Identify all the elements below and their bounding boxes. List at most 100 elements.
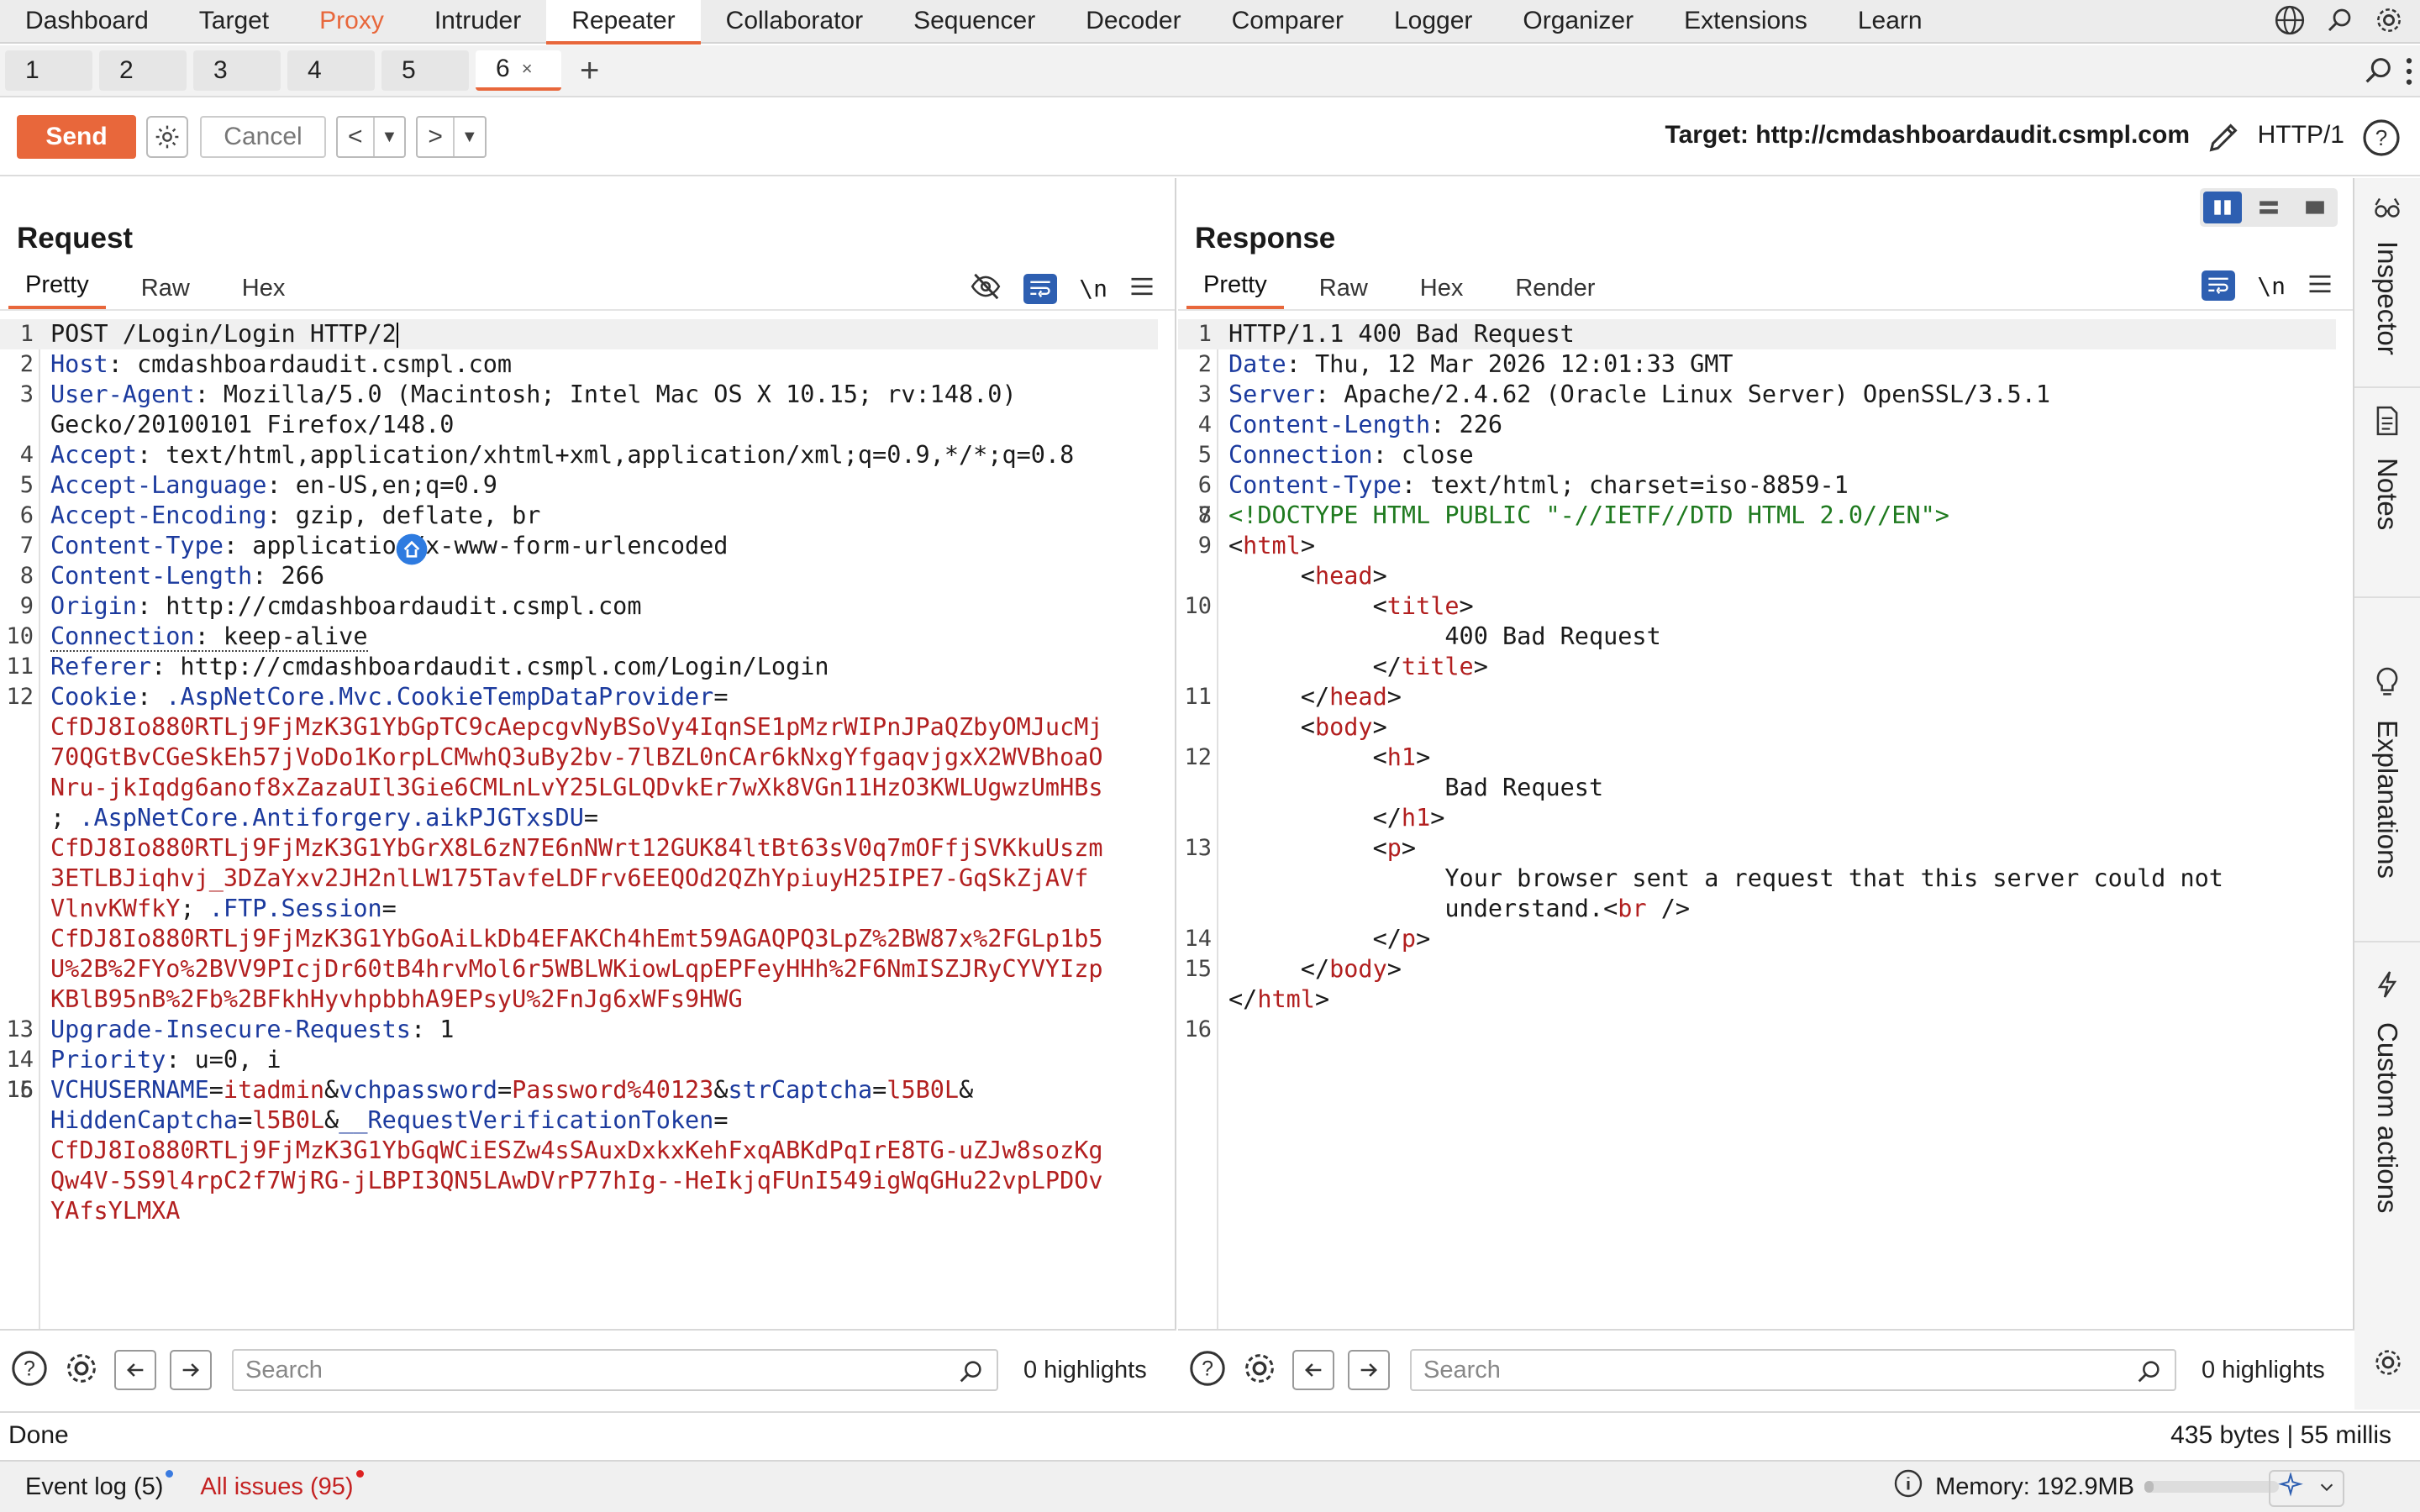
response-editor[interactable]: 1 HTTP/1.1 400 Bad Request 2 Date: Thu, 12 … bbox=[1178, 319, 2353, 1336]
nav-tab-target[interactable]: Target bbox=[174, 0, 294, 43]
line-number: 12 bbox=[1184, 744, 1212, 770]
line-content: POST /Login/Login HTTP/2 bbox=[50, 319, 1158, 349]
previous-match-arrow-icon[interactable] bbox=[1292, 1350, 1334, 1390]
request-tab-raw[interactable]: Raw bbox=[124, 275, 207, 309]
next-match-arrow-icon[interactable] bbox=[170, 1350, 212, 1390]
wrap-lines-icon[interactable] bbox=[1023, 273, 1058, 304]
response-title: Response bbox=[1195, 222, 1336, 255]
globe-icon[interactable] bbox=[2274, 4, 2306, 40]
help-icon[interactable]: ? bbox=[1188, 1349, 1227, 1392]
chevron-down-icon[interactable]: ▼ bbox=[372, 118, 405, 156]
code-line: 3 Server: Apache/2.4.62 (Oracle Linux Ser… bbox=[1178, 380, 2353, 410]
help-icon[interactable]: ? bbox=[2361, 118, 2402, 162]
ai-assistant-button[interactable] bbox=[2269, 1470, 2344, 1507]
sidebar-label: Explanations bbox=[2372, 720, 2403, 879]
all-issues-link[interactable]: All issues (95) bbox=[200, 1469, 364, 1501]
repeater-tab-5[interactable]: 5 bbox=[381, 50, 469, 91]
repeater-tab-4[interactable]: 4 bbox=[287, 50, 375, 91]
nav-tab-organizer[interactable]: Organizer bbox=[1497, 0, 1659, 43]
repeater-tab-6[interactable]: 6 × bbox=[476, 50, 561, 91]
request-search-input[interactable]: Search bbox=[232, 1349, 998, 1391]
event-log-link[interactable]: Event log (5) bbox=[25, 1469, 174, 1501]
cancel-button[interactable]: Cancel bbox=[200, 116, 326, 158]
code-token: : 1 bbox=[410, 1016, 455, 1043]
close-tab-icon[interactable]: × bbox=[522, 58, 533, 80]
search-icon[interactable] bbox=[956, 1357, 985, 1393]
line-content: <!DOCTYPE HTML PUBLIC "-//IETF//DTD HTML… bbox=[1228, 501, 2353, 531]
search-tabs-icon[interactable] bbox=[2361, 54, 2395, 92]
code-token: : text/html,application/xhtml+xml,applic… bbox=[136, 441, 1075, 469]
repeater-tab-2[interactable]: 2 bbox=[99, 50, 187, 91]
nav-tab-decoder[interactable]: Decoder bbox=[1060, 0, 1206, 43]
newline-toggle[interactable]: \n bbox=[1079, 275, 1107, 302]
code-line: 15 </body> bbox=[1178, 954, 2353, 984]
code-line: 11 </head> bbox=[1178, 682, 2353, 712]
code-line: 12 Cookie: .AspNetCore.Mvc.CookieTempData… bbox=[0, 682, 1175, 712]
gear-icon[interactable] bbox=[62, 1349, 101, 1392]
code-token: < bbox=[1228, 592, 1387, 620]
nav-tab-collaborator[interactable]: Collaborator bbox=[701, 0, 888, 43]
sidebar-item-custom-actions[interactable]: Custom actions bbox=[2354, 968, 2420, 1295]
repeater-tab-1[interactable]: 1 bbox=[5, 50, 92, 91]
code-line: Nru-jkIqdg6anof8xZazaUIl3Gie6CMLnLvY25LG… bbox=[0, 773, 1175, 803]
http-version[interactable]: HTTP/1 bbox=[2258, 121, 2344, 150]
search-icon[interactable] bbox=[2134, 1357, 2163, 1393]
edit-target-pencil-icon[interactable] bbox=[2205, 118, 2244, 160]
gear-icon[interactable] bbox=[2373, 4, 2405, 40]
response-tab-pretty[interactable]: Pretty bbox=[1186, 271, 1284, 309]
back-arrow-icon[interactable]: < bbox=[338, 123, 373, 151]
send-settings-gear-icon[interactable] bbox=[146, 116, 188, 158]
response-tab-raw[interactable]: Raw bbox=[1302, 275, 1385, 309]
request-tab-pretty[interactable]: Pretty bbox=[8, 271, 106, 309]
hide-eye-icon[interactable] bbox=[970, 270, 1002, 307]
search-icon[interactable] bbox=[2324, 5, 2354, 39]
code-token: Qw4V-5S9l4rpC2f7WjRG-jLBPI3QN5LAwDVrP77h… bbox=[50, 1167, 1103, 1194]
wrap-lines-icon[interactable] bbox=[2202, 270, 2236, 301]
stacked-layout-icon[interactable] bbox=[2249, 192, 2288, 223]
code-token: title bbox=[1386, 592, 1460, 620]
line-content: Referer: http://cmdashboardaudit.csmpl.c… bbox=[50, 652, 1175, 682]
history-back[interactable]: < ▼ bbox=[336, 116, 407, 158]
gear-icon[interactable] bbox=[1240, 1349, 1279, 1392]
nav-tab-comparer[interactable]: Comparer bbox=[1207, 0, 1369, 43]
nav-tab-dashboard[interactable]: Dashboard bbox=[0, 0, 174, 43]
nav-tab-learn[interactable]: Learn bbox=[1833, 0, 1948, 43]
request-editor[interactable]: 1 POST /Login/Login HTTP/2 2 Host: cmdashbo… bbox=[0, 319, 1175, 1336]
tabbed-layout-icon[interactable] bbox=[2296, 192, 2334, 223]
nav-tab-repeater[interactable]: Repeater bbox=[546, 0, 702, 45]
nav-tab-logger[interactable]: Logger bbox=[1369, 0, 1497, 43]
history-forward[interactable]: > ▼ bbox=[416, 116, 487, 158]
forward-arrow-icon[interactable]: > bbox=[418, 123, 453, 151]
code-line: understand.<br /> bbox=[1178, 894, 2353, 924]
next-match-arrow-icon[interactable] bbox=[1348, 1350, 1390, 1390]
repeater-tab-3[interactable]: 3 bbox=[193, 50, 281, 91]
sidebar-item-explanations[interactable]: Explanations bbox=[2354, 665, 2420, 942]
menu-icon[interactable] bbox=[2307, 273, 2333, 299]
response-tab-hex[interactable]: Hex bbox=[1403, 275, 1481, 309]
nav-tab-intruder[interactable]: Intruder bbox=[409, 0, 546, 43]
sidebar-item-inspector[interactable]: Inspector bbox=[2354, 195, 2420, 388]
help-icon[interactable]: ? bbox=[10, 1349, 49, 1392]
line-content: Your browser sent a request that this se… bbox=[1228, 864, 2353, 894]
line-content: </title> bbox=[1228, 652, 2353, 682]
menu-icon[interactable] bbox=[1129, 276, 1155, 302]
nav-tab-sequencer[interactable]: Sequencer bbox=[888, 0, 1060, 43]
chevron-down-icon[interactable]: ▼ bbox=[452, 118, 485, 156]
settings-gear-icon[interactable] bbox=[2371, 1346, 2405, 1383]
sidebar-item-notes[interactable]: Notes bbox=[2354, 405, 2420, 598]
nav-tab-proxy[interactable]: Proxy bbox=[294, 0, 409, 43]
request-tab-hex[interactable]: Hex bbox=[225, 275, 302, 309]
code-token: YAfsYLMXA bbox=[50, 1197, 181, 1225]
more-options-icon[interactable] bbox=[2403, 55, 2415, 92]
send-button[interactable]: Send bbox=[17, 115, 136, 159]
response-search-input[interactable]: Search bbox=[1410, 1349, 2176, 1391]
line-number: 14 bbox=[6, 1047, 34, 1073]
nav-tab-extensions[interactable]: Extensions bbox=[1659, 0, 1833, 43]
cursor-marker-icon bbox=[395, 533, 429, 570]
response-tab-render[interactable]: Render bbox=[1498, 275, 1612, 309]
previous-match-arrow-icon[interactable] bbox=[114, 1350, 156, 1390]
add-tab-icon[interactable]: + bbox=[580, 52, 599, 90]
newline-toggle[interactable]: \n bbox=[2257, 272, 2286, 300]
side-by-side-layout-icon[interactable] bbox=[2203, 192, 2243, 223]
code-token: h1 bbox=[1401, 804, 1431, 832]
